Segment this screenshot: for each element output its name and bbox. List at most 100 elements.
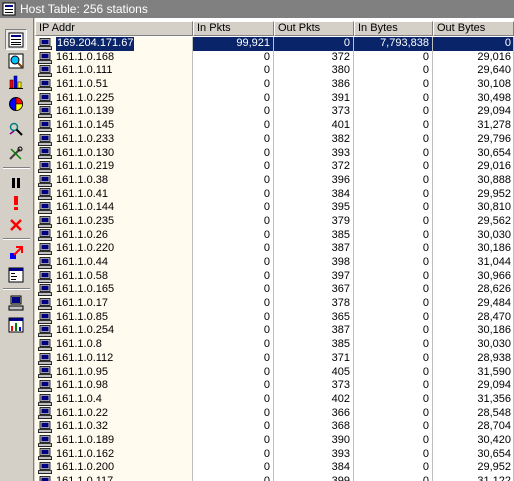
pie-chart-button[interactable] (5, 93, 27, 114)
table-row[interactable]: 161.1.0.58 0 397 0 30,966 (35, 269, 514, 284)
column-header-ip[interactable]: IP Addr (35, 21, 193, 36)
ip-cell[interactable]: 161.1.0.95 (35, 365, 193, 380)
ip-cell[interactable]: 161.1.0.220 (35, 242, 193, 256)
table-row[interactable]: 161.1.0.4 0 402 0 31,356 (35, 392, 514, 407)
out-pkts-cell: 373 (274, 379, 354, 393)
table-row[interactable]: 161.1.0.17 0 378 0 29,484 (35, 297, 514, 311)
out-pkts-cell: 391 (274, 91, 354, 106)
ip-cell[interactable]: 161.1.0.98 (35, 379, 193, 393)
computer-icon (38, 393, 52, 406)
table-row[interactable]: 161.1.0.144 0 395 0 30,810 (35, 201, 514, 215)
column-header-out-bytes[interactable]: Out Bytes (433, 21, 514, 36)
ip-cell[interactable]: 161.1.0.225 (35, 91, 193, 106)
ip-cell[interactable]: 161.1.0.130 (35, 146, 193, 161)
table-row[interactable]: 161.1.0.130 0 393 0 30,654 (35, 146, 514, 161)
out-pkts-cell: 366 (274, 406, 354, 421)
column-header-in-pkts[interactable]: In Pkts (193, 21, 274, 36)
ip-cell[interactable]: 161.1.0.168 (35, 50, 193, 65)
column-header-out-pkts[interactable]: Out Pkts (274, 21, 354, 36)
table-row[interactable]: 161.1.0.235 0 379 0 29,562 (35, 214, 514, 229)
bar-chart-button[interactable] (5, 71, 27, 92)
pause-button[interactable] (5, 172, 27, 193)
host-table-button[interactable] (5, 29, 27, 50)
zoom-button[interactable] (5, 50, 27, 71)
ip-cell[interactable]: 161.1.0.22 (35, 406, 193, 421)
ip-cell[interactable]: 161.1.0.44 (35, 256, 193, 270)
ip-cell[interactable]: 161.1.0.219 (35, 160, 193, 174)
ip-address: 161.1.0.220 (56, 242, 115, 255)
ip-cell[interactable]: 161.1.0.8 (35, 338, 193, 352)
table-row[interactable]: 161.1.0.38 0 396 0 30,888 (35, 173, 514, 188)
stop-button[interactable] (5, 214, 27, 235)
title-bar: Host Table: 256 stations (0, 0, 514, 18)
table-row[interactable]: 161.1.0.32 0 368 0 28,704 (35, 420, 514, 434)
table-row[interactable]: 161.1.0.219 0 372 0 29,016 (35, 160, 514, 174)
ip-cell[interactable]: 161.1.0.145 (35, 119, 193, 133)
ip-cell[interactable]: 161.1.0.117 (35, 475, 193, 481)
table-row[interactable]: 161.1.0.233 0 382 0 29,796 (35, 132, 514, 147)
ip-cell[interactable]: 161.1.0.111 (35, 64, 193, 79)
table-row[interactable]: 161.1.0.98 0 373 0 29,094 (35, 379, 514, 393)
ip-cell[interactable]: 161.1.0.233 (35, 132, 193, 147)
filter-button[interactable] (5, 118, 27, 139)
ip-address: 161.1.0.117 (56, 475, 114, 481)
in-bytes-cell: 0 (354, 297, 433, 311)
tools-button[interactable] (5, 142, 27, 163)
ip-cell[interactable]: 161.1.0.26 (35, 228, 193, 243)
swap-button[interactable] (5, 242, 27, 263)
ip-cell[interactable]: 161.1.0.112 (35, 351, 193, 366)
table-row[interactable]: 161.1.0.41 0 384 0 29,952 (35, 187, 514, 202)
ip-cell[interactable]: 161.1.0.144 (35, 201, 193, 215)
ip-cell[interactable]: 161.1.0.189 (35, 433, 193, 448)
ip-cell[interactable]: 161.1.0.235 (35, 214, 193, 229)
table-row[interactable]: 161.1.0.145 0 401 0 31,278 (35, 119, 514, 133)
ip-cell[interactable]: 161.1.0.162 (35, 447, 193, 462)
ip-cell[interactable]: 161.1.0.58 (35, 269, 193, 284)
table-row[interactable]: 161.1.0.220 0 387 0 30,186 (35, 242, 514, 256)
ip-cell[interactable]: 161.1.0.139 (35, 105, 193, 120)
out-pkts-cell: 0 (274, 37, 354, 51)
table-row[interactable]: 161.1.0.165 0 367 0 28,626 (35, 283, 514, 298)
table-row[interactable]: 161.1.0.8 0 385 0 30,030 (35, 338, 514, 352)
ip-cell[interactable]: 161.1.0.254 (35, 324, 193, 339)
table-row[interactable]: 161.1.0.26 0 385 0 30,030 (35, 228, 514, 243)
table-row[interactable]: 161.1.0.139 0 373 0 29,094 (35, 105, 514, 120)
table-row[interactable]: 161.1.0.44 0 398 0 31,044 (35, 256, 514, 270)
station-button[interactable] (5, 292, 27, 313)
ip-cell[interactable]: 161.1.0.41 (35, 187, 193, 202)
out-bytes-cell: 31,044 (433, 256, 514, 270)
in-bytes-cell: 0 (354, 447, 433, 462)
ip-address: 161.1.0.200 (56, 461, 115, 474)
table-row[interactable]: 161.1.0.225 0 391 0 30,498 (35, 91, 514, 106)
ip-cell[interactable]: 161.1.0.200 (35, 461, 193, 475)
properties-button[interactable] (5, 264, 27, 285)
ip-cell[interactable]: 161.1.0.17 (35, 297, 193, 311)
in-pkts-cell: 0 (193, 242, 274, 256)
table-row[interactable]: 161.1.0.112 0 371 0 28,938 (35, 351, 514, 366)
table-row[interactable]: 161.1.0.200 0 384 0 29,952 (35, 461, 514, 475)
table-row[interactable]: 161.1.0.189 0 390 0 30,420 (35, 433, 514, 448)
ip-cell[interactable]: 161.1.0.51 (35, 78, 193, 92)
ip-cell[interactable]: 161.1.0.165 (35, 283, 193, 298)
table-row[interactable]: 161.1.0.117 0 399 0 31,122 (35, 475, 514, 481)
table-row[interactable]: 161.1.0.168 0 372 0 29,016 (35, 50, 514, 65)
ip-cell[interactable]: 161.1.0.32 (35, 420, 193, 434)
ip-address: 161.1.0.165 (56, 283, 115, 296)
ip-cell[interactable]: 161.1.0.38 (35, 173, 193, 188)
table-row[interactable]: 161.1.0.95 0 405 0 31,590 (35, 365, 514, 380)
table-row[interactable]: 169.204.171.67 99,921 0 7,793,838 0 (35, 37, 514, 51)
ip-address: 161.1.0.38 (56, 173, 108, 186)
column-header-in-bytes[interactable]: In Bytes (354, 21, 433, 36)
out-bytes-cell: 30,966 (433, 269, 514, 284)
table-row[interactable]: 161.1.0.22 0 366 0 28,548 (35, 406, 514, 421)
table-row[interactable]: 161.1.0.51 0 386 0 30,108 (35, 78, 514, 92)
ip-cell[interactable]: 169.204.171.67 (35, 37, 193, 51)
table-row[interactable]: 161.1.0.254 0 387 0 30,186 (35, 324, 514, 339)
table-row[interactable]: 161.1.0.162 0 393 0 30,654 (35, 447, 514, 462)
ip-cell[interactable]: 161.1.0.85 (35, 310, 193, 325)
ip-cell[interactable]: 161.1.0.4 (35, 392, 193, 407)
graph-button[interactable] (5, 314, 27, 335)
alert-button[interactable] (5, 192, 27, 213)
table-row[interactable]: 161.1.0.111 0 380 0 29,640 (35, 64, 514, 79)
table-row[interactable]: 161.1.0.85 0 365 0 28,470 (35, 310, 514, 325)
